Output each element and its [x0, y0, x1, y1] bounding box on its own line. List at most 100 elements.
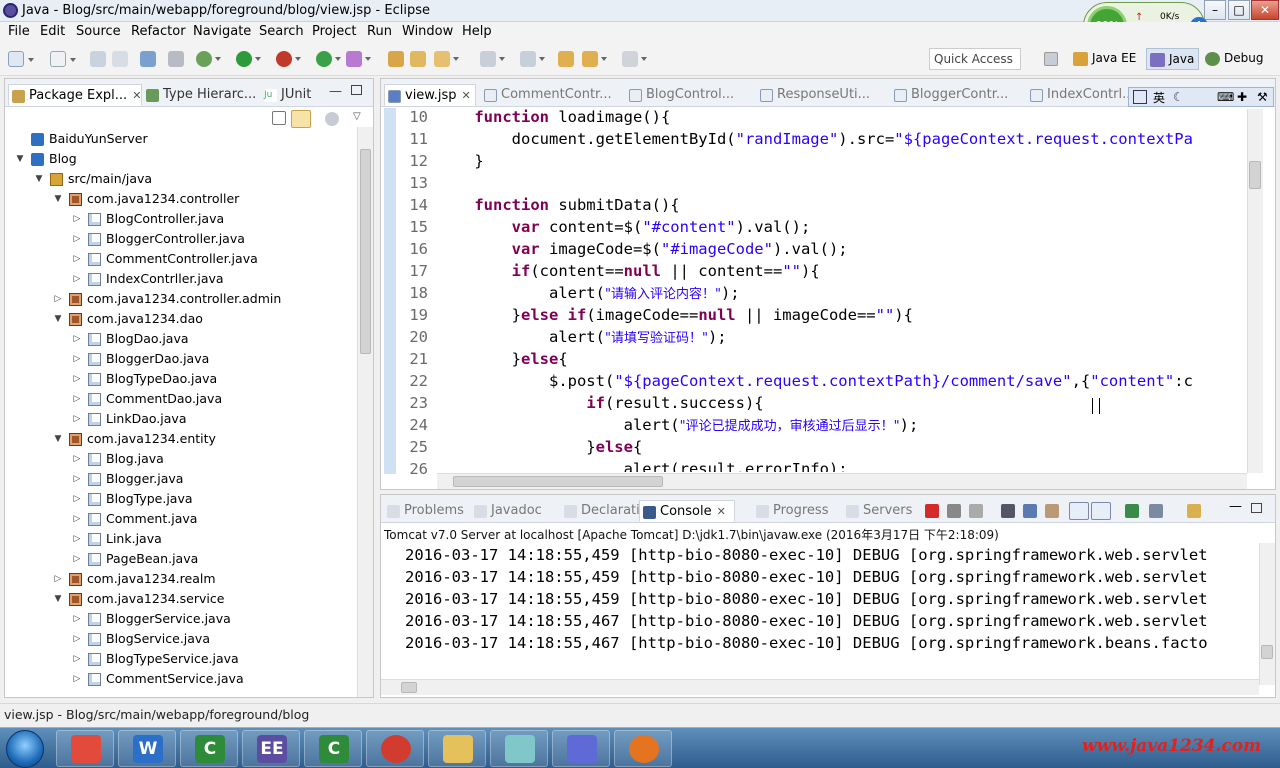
settings-icon[interactable]: ✚	[1237, 90, 1247, 104]
editor-tab[interactable]: ResponseUti...	[757, 84, 881, 106]
menu-edit[interactable]: Edit	[40, 24, 65, 39]
code-line[interactable]: function loadimage(){	[437, 106, 1245, 128]
tab-declaration[interactable]: Declaration	[561, 500, 656, 522]
close-button[interactable]: ✕	[1251, 0, 1279, 20]
code-line[interactable]: }	[437, 150, 1245, 172]
editor-tab[interactable]: CommentContr...	[481, 84, 612, 106]
collapsed-arrow-icon[interactable]: ▷	[70, 469, 84, 489]
code-line[interactable]: alert("请输入评论内容！");	[437, 282, 1245, 306]
new-server-icon[interactable]	[346, 51, 371, 67]
tab-type-hierarchy[interactable]: Type Hierarc...	[143, 84, 256, 106]
maximize-view-icon[interactable]	[1251, 503, 1262, 513]
collapsed-arrow-icon[interactable]: ▷	[70, 509, 84, 529]
wrench-icon[interactable]: ⚒	[1257, 90, 1268, 104]
menu-window[interactable]: Window	[402, 24, 453, 39]
collapsed-arrow-icon[interactable]: ▷	[70, 249, 84, 269]
taskbar-app-button[interactable]: W	[118, 730, 176, 767]
code-line[interactable]: alert("请填写验证码！");	[437, 326, 1245, 350]
code-line[interactable]: }else if(imageCode==null || imageCode=="…	[437, 304, 1245, 326]
new-package-icon[interactable]	[50, 51, 76, 67]
perspective-java-ee[interactable]: Java EE	[1070, 48, 1140, 70]
remove-launch-icon[interactable]	[947, 504, 961, 518]
collapsed-arrow-icon[interactable]: ▷	[51, 569, 65, 589]
editor-horizontal-scrollbar[interactable]	[437, 473, 1247, 489]
menu-project[interactable]: Project	[312, 24, 356, 39]
collapsed-arrow-icon[interactable]: ▷	[70, 489, 84, 509]
code-line[interactable]: if(content==null || content==""){	[437, 260, 1245, 282]
moon-icon[interactable]: ☾	[1173, 90, 1184, 104]
link-with-editor-icon[interactable]	[291, 110, 311, 128]
tab-package-explorer[interactable]: Package Expl... ✕	[8, 84, 142, 106]
scroll-thumb[interactable]	[360, 149, 371, 354]
scroll-lock-icon[interactable]	[1023, 504, 1037, 518]
menu-file[interactable]: File	[8, 24, 30, 39]
expanded-arrow-icon[interactable]: ▼	[13, 149, 27, 169]
taskbar-app-button[interactable]	[614, 730, 672, 767]
debug-icon[interactable]	[196, 51, 221, 67]
minimize-button[interactable]: –	[1204, 0, 1226, 20]
tab-problems[interactable]: Problems	[384, 500, 468, 522]
collapsed-arrow-icon[interactable]: ▷	[70, 269, 84, 289]
collapsed-arrow-icon[interactable]: ▷	[70, 649, 84, 669]
save-all-icon[interactable]	[112, 51, 128, 67]
back-icon[interactable]	[582, 51, 607, 67]
quick-access-input[interactable]: Quick Access	[929, 48, 1021, 70]
menu-source[interactable]: Source	[76, 24, 121, 39]
taskbar-app-button[interactable]	[428, 730, 486, 767]
menu-run[interactable]: Run	[367, 24, 392, 39]
collapsed-arrow-icon[interactable]: ▷	[70, 609, 84, 629]
collapsed-arrow-icon[interactable]: ▷	[70, 529, 84, 549]
console-vertical-scrollbar[interactable]	[1259, 543, 1275, 685]
menu-search[interactable]: Search	[259, 24, 304, 39]
editor-vertical-scrollbar[interactable]	[1247, 109, 1263, 473]
code-line[interactable]: var imageCode=$("#imageCode").val();	[437, 238, 1245, 260]
skip-breakpoints-icon[interactable]	[168, 51, 184, 67]
scroll-thumb[interactable]	[1249, 161, 1261, 189]
start-button[interactable]	[6, 730, 44, 768]
editor-tab[interactable]: BloggerContr...	[891, 84, 1015, 106]
terminal-icon[interactable]	[140, 51, 156, 67]
open-resource-icon[interactable]	[410, 51, 426, 67]
open-console-icon[interactable]	[1187, 504, 1201, 518]
tab-javadoc[interactable]: Javadoc	[471, 500, 555, 522]
tab-console[interactable]: Console ✕	[639, 500, 735, 522]
pin-console-icon[interactable]	[1125, 504, 1139, 518]
word-wrap-icon[interactable]	[1045, 504, 1059, 518]
minimize-view-icon[interactable]: —	[329, 84, 342, 99]
collapsed-arrow-icon[interactable]: ▷	[70, 389, 84, 409]
display-console-icon[interactable]	[1149, 504, 1163, 518]
console-horizontal-scrollbar[interactable]	[381, 679, 1259, 695]
taskbar-app-button[interactable]: EE	[242, 730, 300, 767]
terminate-icon[interactable]	[925, 504, 939, 518]
minimize-view-icon[interactable]: —	[1229, 499, 1242, 514]
collapsed-arrow-icon[interactable]: ▷	[70, 329, 84, 349]
forward-icon[interactable]	[622, 51, 647, 67]
menu-help[interactable]: Help	[462, 24, 492, 39]
expanded-arrow-icon[interactable]: ▼	[51, 309, 65, 329]
tab-servers[interactable]: Servers	[843, 500, 927, 522]
code-line[interactable]: var content=$("#content").val();	[437, 216, 1245, 238]
clear-console-icon[interactable]	[1001, 504, 1015, 518]
perspective-debug[interactable]: Debug	[1202, 48, 1267, 70]
previous-annotation-icon[interactable]	[520, 51, 545, 67]
collapsed-arrow-icon[interactable]: ▷	[70, 369, 84, 389]
perspective-java[interactable]: Java	[1146, 48, 1200, 70]
code-line[interactable]: if(result.success){	[437, 392, 1245, 414]
open-type-icon[interactable]	[388, 51, 404, 67]
explorer-vertical-scrollbar[interactable]	[357, 127, 373, 697]
new-icon[interactable]	[8, 51, 34, 67]
code-line[interactable]: $.post("${pageContext.request.contextPat…	[437, 370, 1245, 392]
ime-p-icon[interactable]	[1133, 90, 1147, 104]
collapse-all-icon[interactable]	[272, 111, 286, 125]
code-line[interactable]: alert("评论已提成成功，审核通过后显示！");	[437, 414, 1245, 438]
tab-progress[interactable]: Progress	[753, 500, 837, 522]
ime-mode[interactable]: 英	[1153, 89, 1165, 106]
search-icon[interactable]	[434, 51, 459, 67]
scroll-thumb[interactable]	[453, 476, 663, 487]
code-line[interactable]: function submitData(){	[437, 194, 1245, 216]
show-stderr-icon[interactable]	[1091, 502, 1111, 520]
open-perspective-icon[interactable]	[1044, 52, 1058, 66]
run-icon[interactable]	[236, 51, 261, 67]
close-tab-icon[interactable]: ✕	[717, 505, 726, 518]
taskbar-app-button[interactable]: C	[304, 730, 362, 767]
